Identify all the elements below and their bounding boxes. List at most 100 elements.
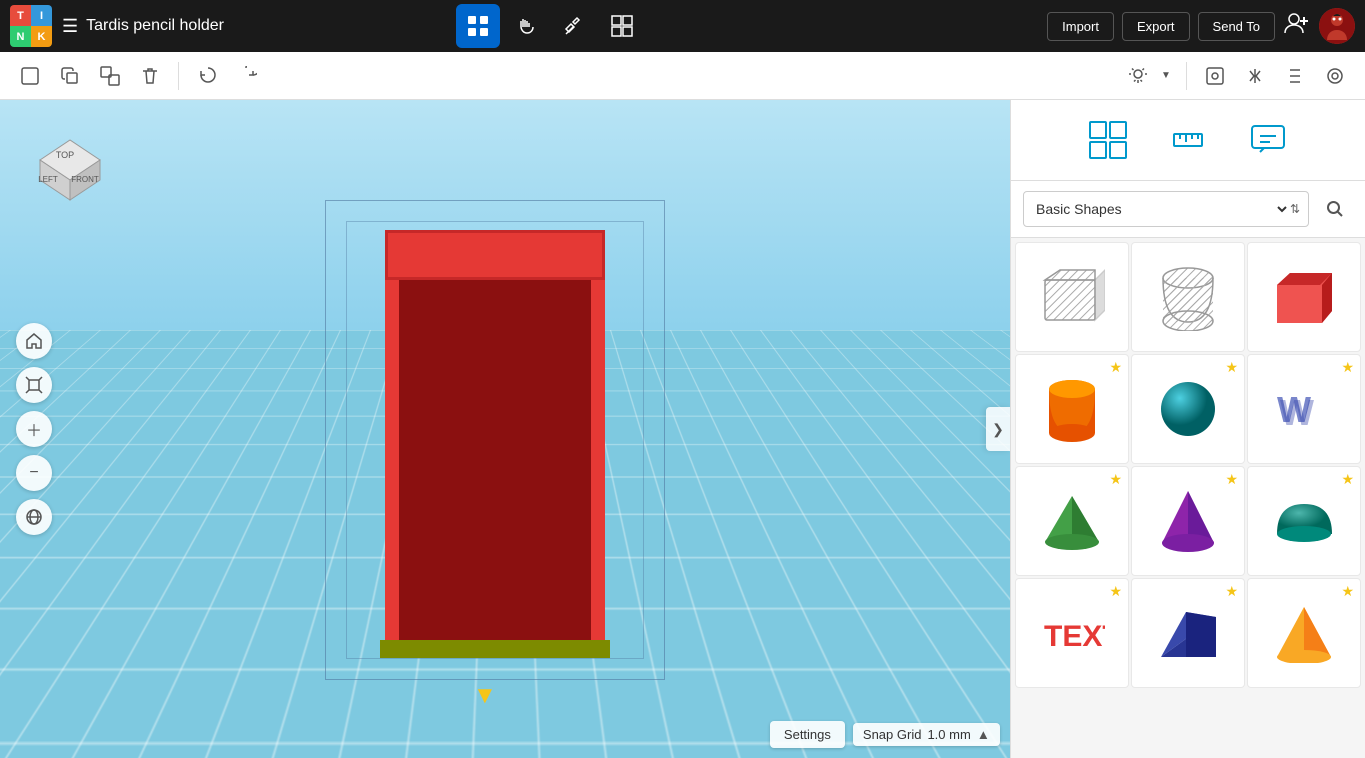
- shape-cylinder-visual: [1037, 374, 1107, 444]
- shape-hole-cylinder-visual: [1153, 262, 1223, 332]
- search-btn[interactable]: [1317, 191, 1353, 227]
- menu-icon[interactable]: ☰: [62, 16, 78, 37]
- new-shape-btn[interactable]: [12, 58, 48, 94]
- logo-k: K: [31, 26, 52, 47]
- toolbar-sep-2: [1186, 62, 1187, 90]
- shape-pyramid-green-visual: [1037, 486, 1107, 556]
- perspective-btn[interactable]: [16, 499, 52, 535]
- text-flat-star[interactable]: ★: [1109, 584, 1122, 598]
- right-panel: Basic Shapes ⇅: [1010, 100, 1365, 758]
- shape-hole-box-visual: [1037, 262, 1107, 332]
- svg-text:TEXT: TEXT: [1044, 620, 1105, 653]
- wedge-star[interactable]: ★: [1225, 584, 1238, 598]
- box-top: [385, 230, 605, 280]
- shape-half-sphere-visual: [1269, 486, 1339, 556]
- edge-arrow[interactable]: ❯: [986, 407, 1010, 451]
- shape-text-flat-visual: TEXT: [1037, 598, 1107, 668]
- grid-view-btn[interactable]: [456, 4, 500, 48]
- shape-text3d[interactable]: ★ W W: [1247, 354, 1361, 464]
- duplicate-btn[interactable]: [92, 58, 128, 94]
- cone-purple-star[interactable]: ★: [1225, 472, 1238, 486]
- logo[interactable]: T I N K: [10, 5, 52, 47]
- svg-text:FRONT: FRONT: [71, 175, 99, 184]
- sphere-star[interactable]: ★: [1225, 360, 1238, 374]
- tools-btn[interactable]: [552, 4, 596, 48]
- text3d-star[interactable]: ★: [1341, 360, 1354, 374]
- pyramid-green-star[interactable]: ★: [1109, 472, 1122, 486]
- shape-box[interactable]: [1247, 242, 1361, 352]
- shape-text-flat[interactable]: ★ TEXT: [1015, 578, 1129, 688]
- shape-pyramid-yellow[interactable]: ★: [1247, 578, 1361, 688]
- logo-t: T: [10, 5, 31, 26]
- left-controls: ＋ −: [16, 323, 52, 535]
- align-btn[interactable]: [1277, 58, 1313, 94]
- blocks-btn[interactable]: [600, 4, 644, 48]
- avatar[interactable]: [1319, 8, 1355, 44]
- panel-top-icons: [1011, 100, 1365, 181]
- delete-btn[interactable]: [132, 58, 168, 94]
- box-base: [380, 640, 610, 658]
- shape-hole-box[interactable]: [1015, 242, 1129, 352]
- panel-shapes-btn[interactable]: [1078, 112, 1138, 168]
- shape-category-select[interactable]: Basic Shapes: [1032, 200, 1290, 218]
- redo-btn[interactable]: [229, 58, 265, 94]
- viewport[interactable]: TOP LEFT FRONT ＋ −: [0, 100, 1010, 758]
- shape-hole-cylinder[interactable]: [1131, 242, 1245, 352]
- settings-btn[interactable]: Settings: [770, 721, 845, 748]
- shape-box-visual: [1269, 262, 1339, 332]
- hand-btn[interactable]: [504, 4, 548, 48]
- export-btn[interactable]: Export: [1122, 12, 1190, 41]
- panel-ruler-btn[interactable]: [1158, 112, 1218, 168]
- light-btn[interactable]: [1120, 58, 1156, 94]
- mirror-btn[interactable]: [1237, 58, 1273, 94]
- view-cube[interactable]: TOP LEFT FRONT: [20, 120, 110, 210]
- main: TOP LEFT FRONT ＋ −: [0, 100, 1365, 758]
- topbar-title-area: ☰ Tardis pencil holder: [62, 16, 446, 37]
- half-sphere-star[interactable]: ★: [1341, 472, 1354, 486]
- logo-n: N: [10, 26, 31, 47]
- box-body: [395, 250, 595, 640]
- add-person-btn[interactable]: [1283, 9, 1311, 43]
- zoom-out-btn[interactable]: −: [16, 455, 52, 491]
- shapes-grid: ★ ★: [1011, 238, 1365, 758]
- box-pillar-right: [591, 280, 605, 650]
- shape-text3d-visual: W W: [1269, 374, 1339, 444]
- copy-btn[interactable]: [52, 58, 88, 94]
- shape-select-wrapper: Basic Shapes ⇅: [1023, 191, 1309, 227]
- search-bar: Basic Shapes ⇅: [1011, 181, 1365, 238]
- zoom-in-btn[interactable]: ＋: [16, 411, 52, 447]
- shape-sphere[interactable]: ★: [1131, 354, 1245, 464]
- send-to-btn[interactable]: Send To: [1198, 12, 1275, 41]
- snap-btn[interactable]: [1197, 58, 1233, 94]
- light-dropdown-btn[interactable]: ▼: [1156, 58, 1176, 94]
- cylinder-star[interactable]: ★: [1109, 360, 1122, 374]
- home-view-btn[interactable]: [16, 323, 52, 359]
- pyramid-yellow-star[interactable]: ★: [1341, 584, 1354, 598]
- import-btn[interactable]: Import: [1047, 12, 1114, 41]
- fit-view-btn[interactable]: [16, 367, 52, 403]
- shape-wedge-visual: [1153, 598, 1223, 668]
- svg-text:W: W: [1280, 392, 1314, 433]
- select-arrow-icon: ⇅: [1290, 202, 1300, 216]
- shape-pyramid-yellow-visual: [1269, 598, 1339, 668]
- shape-cone-purple[interactable]: ★: [1131, 466, 1245, 576]
- svg-text:TOP: TOP: [56, 150, 74, 160]
- shape-cylinder[interactable]: ★: [1015, 354, 1129, 464]
- group-btn[interactable]: [1317, 58, 1353, 94]
- snap-grid-area: Snap Grid 1.0 mm ▲: [853, 723, 1000, 746]
- shape-sphere-visual: [1153, 374, 1223, 444]
- shape-pyramid-green[interactable]: ★: [1015, 466, 1129, 576]
- panel-comment-btn[interactable]: [1238, 112, 1298, 168]
- bottom-bar: Settings Snap Grid 1.0 mm ▲: [770, 721, 1000, 748]
- shape-half-sphere[interactable]: ★: [1247, 466, 1361, 576]
- topbar-right: Import Export Send To: [1047, 8, 1355, 44]
- topbar: T I N K ☰ Tardis pencil holder Import Ex…: [0, 0, 1365, 52]
- undo-btn[interactable]: [189, 58, 225, 94]
- toolbar-sep-1: [178, 62, 179, 90]
- topbar-actions: [456, 4, 644, 48]
- object-area: ▼: [325, 200, 685, 720]
- shape-wedge[interactable]: ★: [1131, 578, 1245, 688]
- shape-cone-purple-visual: [1153, 486, 1223, 556]
- box-pillar-left: [385, 280, 399, 650]
- snap-up-btn[interactable]: ▲: [977, 727, 990, 742]
